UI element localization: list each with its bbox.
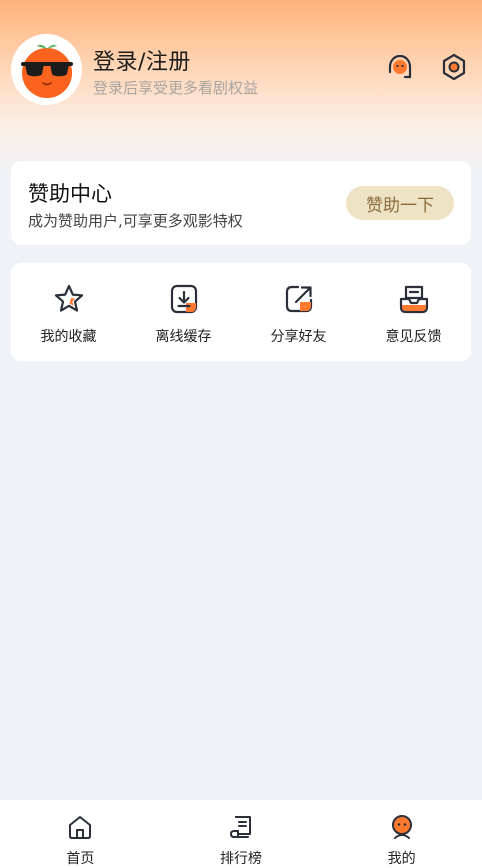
share-friends-label: 分享好友 — [270, 329, 327, 345]
home-icon — [66, 814, 94, 840]
orange-mascot-icon — [20, 44, 73, 98]
sponsor-card: 赞助中心 成为赞助用户,可享更多观影特权 赞助一下 — [11, 161, 471, 245]
favorites-label: 我的收藏 — [40, 329, 97, 345]
feedback-label: 意见反馈 — [385, 329, 442, 345]
customer-service-icon[interactable] — [384, 51, 416, 83]
settings-icon[interactable] — [438, 51, 470, 83]
login-register-link[interactable]: 登录/注册 — [93, 44, 191, 76]
profile-header: 登录/注册 登录后享受更多看剧权益 — [0, 0, 482, 150]
nav-mine-label: 我的 — [387, 851, 416, 867]
share-friends-item[interactable]: 分享好友 — [241, 263, 356, 361]
feedback-icon — [397, 282, 431, 316]
share-icon — [282, 282, 316, 316]
download-icon — [167, 282, 201, 316]
mine-page: 登录/注册 登录后享受更多看剧权益 赞助中心 成为赞助用户,可享更多观影特权 赞… — [0, 0, 482, 868]
star-icon — [52, 282, 86, 316]
quick-actions-card: 我的收藏 离线缓存 分享好友 意见反馈 — [11, 263, 471, 361]
nav-mine[interactable]: 我的 — [321, 800, 482, 868]
sponsor-title: 赞助中心 — [28, 182, 112, 206]
nav-ranking-label: 排行榜 — [220, 851, 262, 867]
offline-cache-label: 离线缓存 — [155, 329, 212, 345]
offline-cache-item[interactable]: 离线缓存 — [126, 263, 241, 361]
feedback-item[interactable]: 意见反馈 — [356, 263, 471, 361]
nav-ranking[interactable]: 排行榜 — [161, 800, 322, 868]
nav-home-label: 首页 — [66, 851, 95, 867]
nav-home[interactable]: 首页 — [0, 800, 161, 868]
bottom-nav: 首页 排行榜 我的 — [0, 800, 482, 868]
sponsor-subtitle: 成为赞助用户,可享更多观影特权 — [28, 212, 243, 230]
sponsor-button[interactable]: 赞助一下 — [346, 186, 454, 220]
avatar[interactable] — [11, 34, 82, 105]
ranking-icon — [227, 814, 255, 840]
profile-icon — [388, 814, 416, 840]
login-subtitle: 登录后享受更多看剧权益 — [93, 79, 259, 97]
favorites-item[interactable]: 我的收藏 — [11, 263, 126, 361]
